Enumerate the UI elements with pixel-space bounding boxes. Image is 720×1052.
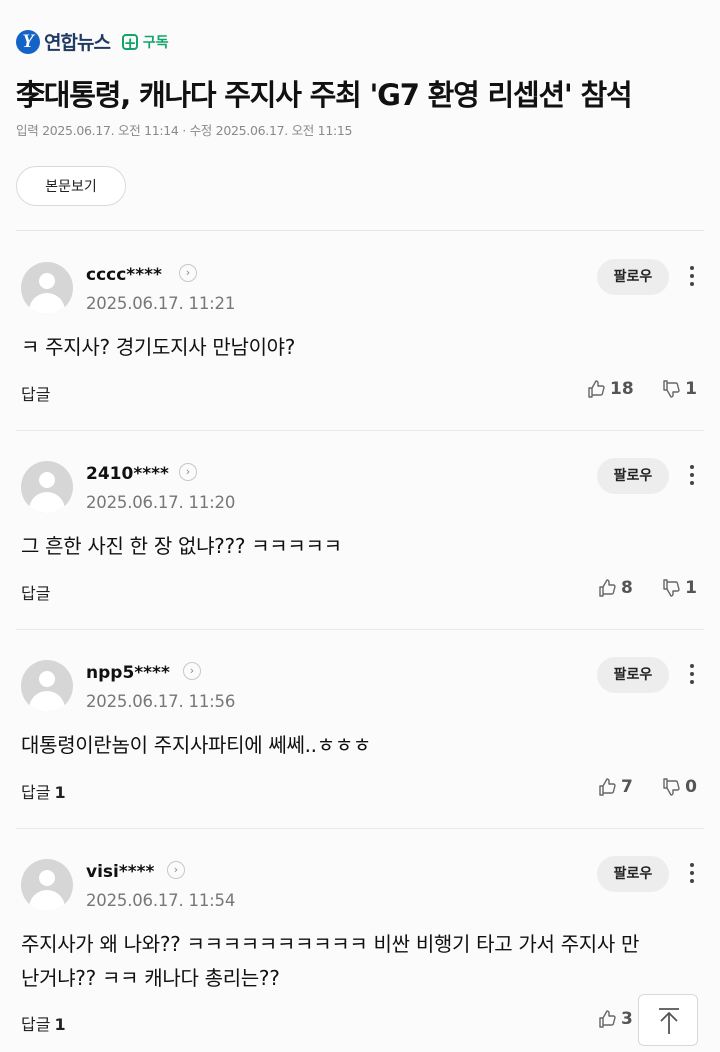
- chevron-right-icon[interactable]: ›: [179, 264, 197, 282]
- comment-username[interactable]: visi****: [86, 862, 154, 882]
- scroll-to-top-button[interactable]: [638, 994, 698, 1046]
- like-count: 8: [621, 578, 633, 598]
- thumbs-down-icon: [663, 579, 680, 597]
- follow-button[interactable]: 팔로우: [597, 458, 669, 494]
- reply-label: 답글: [21, 385, 51, 404]
- plus-icon: +: [121, 33, 138, 52]
- dislike-button[interactable]: 0: [661, 777, 697, 797]
- dislike-count: 1: [685, 578, 697, 598]
- brand-bar: Y 연합뉴스 + 구독: [16, 28, 169, 55]
- dislike-button[interactable]: 1: [661, 578, 697, 598]
- subscribe-label: 구독: [142, 34, 169, 51]
- more-vertical-icon[interactable]: [686, 463, 698, 489]
- like-button[interactable]: 18: [586, 379, 634, 399]
- thumbs-down-icon: [663, 778, 680, 796]
- comment-timestamp: 2025.06.17. 11:20: [86, 493, 236, 512]
- default-avatar-icon[interactable]: [21, 461, 73, 513]
- follow-button[interactable]: 팔로우: [597, 856, 669, 892]
- article-meta: 입력 2025.06.17. 오전 11:14 · 수정 2025.06.17.…: [16, 123, 353, 138]
- like-button[interactable]: 8: [597, 578, 633, 598]
- reply-button[interactable]: 답글: [21, 381, 54, 405]
- like-count: 18: [610, 379, 634, 399]
- chevron-right-icon[interactable]: ›: [167, 861, 185, 879]
- more-vertical-icon[interactable]: [686, 662, 698, 688]
- reply-label: 답글: [21, 783, 51, 802]
- article-headline: 李대통령, 캐나다 주지사 주최 'G7 환영 리셉션' 참석: [16, 78, 633, 112]
- thumbs-down-icon: [663, 380, 680, 398]
- comment-text: 그 흔한 사진 한 장 없냐??? ㅋㅋㅋㅋㅋ: [21, 534, 342, 558]
- reply-count: 1: [54, 783, 66, 802]
- default-avatar-icon[interactable]: [21, 859, 73, 911]
- comment-item: visi**** › 2025.06.17. 11:54 팔로우 주지사가 왜 …: [0, 829, 720, 1052]
- comment-text: 대통령이란놈이 주지사파티에 쎄쎄..ㅎㅎㅎ: [21, 733, 372, 757]
- comment-timestamp: 2025.06.17. 11:54: [86, 891, 236, 910]
- default-avatar-icon[interactable]: [21, 262, 73, 314]
- arrow-up-icon: [659, 1008, 679, 1034]
- comment-text: 주지사가 왜 나와?? ㅋㅋㅋㅋㅋㅋㅋㅋㅋㅋ 비싼 비행기 타고 가서 주지사 …: [21, 932, 640, 990]
- dislike-count: 1: [685, 379, 697, 399]
- reply-button[interactable]: 답글 1: [21, 1011, 66, 1035]
- more-vertical-icon[interactable]: [686, 264, 698, 290]
- like-count: 7: [621, 777, 633, 797]
- thumbs-up-icon: [599, 1010, 616, 1028]
- thumbs-up-icon: [588, 380, 605, 398]
- like-button[interactable]: 7: [597, 777, 633, 797]
- view-body-button[interactable]: 본문보기: [16, 166, 126, 206]
- like-count: 3: [621, 1009, 633, 1029]
- comment-timestamp: 2025.06.17. 11:56: [86, 692, 236, 711]
- follow-button[interactable]: 팔로우: [597, 657, 669, 693]
- comment-timestamp: 2025.06.17. 11:21: [86, 294, 236, 313]
- reply-button[interactable]: 답글: [21, 580, 54, 604]
- like-button[interactable]: 3: [597, 1009, 633, 1029]
- comment-item: cccc**** › 2025.06.17. 11:21 팔로우 ㅋ 주지사? …: [0, 232, 720, 431]
- reply-label: 답글: [21, 1015, 51, 1034]
- comment-item: 2410**** › 2025.06.17. 11:20 팔로우 그 흔한 사진…: [0, 431, 720, 630]
- comment-username[interactable]: npp5****: [86, 663, 170, 683]
- comment-username[interactable]: cccc****: [86, 265, 162, 285]
- comment-username[interactable]: 2410****: [86, 464, 169, 484]
- chevron-right-icon[interactable]: ›: [179, 463, 197, 481]
- comment-item: npp5**** › 2025.06.17. 11:56 팔로우 대통령이란놈이…: [0, 630, 720, 829]
- more-vertical-icon[interactable]: [686, 861, 698, 887]
- reply-label: 답글: [21, 584, 51, 603]
- dislike-button[interactable]: 1: [661, 379, 697, 399]
- brand-name[interactable]: 연합뉴스: [44, 28, 111, 55]
- thumbs-up-icon: [599, 579, 616, 597]
- yonhap-logo-icon[interactable]: Y: [16, 29, 40, 54]
- article-header: Y 연합뉴스 + 구독 李대통령, 캐나다 주지사 주최 'G7 환영 리셉션'…: [0, 0, 720, 232]
- follow-button[interactable]: 팔로우: [597, 259, 669, 295]
- reply-button[interactable]: 답글 1: [21, 779, 66, 803]
- subscribe-button[interactable]: + 구독: [121, 32, 169, 52]
- thumbs-up-icon: [599, 778, 616, 796]
- reply-count: 1: [54, 1015, 66, 1034]
- comment-text: ㅋ 주지사? 경기도지사 만남이야?: [21, 335, 296, 359]
- dislike-count: 0: [685, 777, 697, 797]
- default-avatar-icon[interactable]: [21, 660, 73, 712]
- chevron-right-icon[interactable]: ›: [183, 662, 201, 680]
- divider: [16, 230, 704, 231]
